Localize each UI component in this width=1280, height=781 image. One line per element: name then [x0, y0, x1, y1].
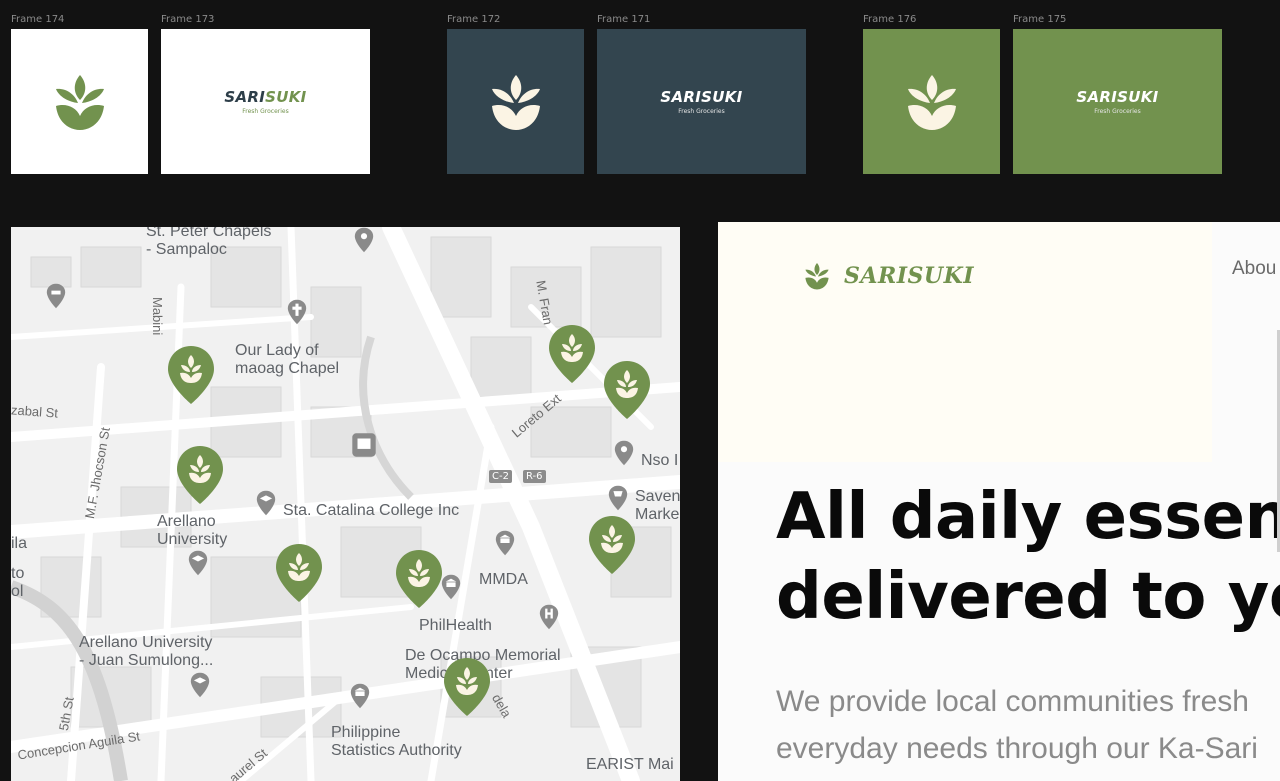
map-label: Nso I [641, 452, 679, 469]
frame-label: Frame 174 [11, 14, 65, 25]
hotel-poi-icon[interactable] [43, 283, 69, 309]
school-poi-icon[interactable] [185, 550, 211, 576]
sarisuki-leaf-pin-icon[interactable] [395, 549, 443, 609]
frame-label: Frame 176 [863, 14, 917, 25]
hero-paragraph: We provide local communities fresh every… [776, 685, 1258, 765]
leaf-logo-icon [55, 74, 104, 130]
frame-label: Frame 172 [447, 14, 501, 25]
wordmark: SARISUKI [1076, 88, 1159, 106]
hero-headline: All daily essen delivered to yo [776, 480, 1280, 634]
place-poi-icon[interactable] [351, 227, 377, 253]
tagline: Fresh Groceries [1094, 108, 1141, 115]
frame-label: Frame 175 [1013, 14, 1067, 25]
place-poi-icon[interactable] [611, 440, 637, 466]
frame-175[interactable]: SARISUKI Fresh Groceries [1013, 29, 1222, 174]
map-label: zabal St [11, 402, 59, 421]
school-poi-icon[interactable] [253, 490, 279, 516]
map-label: PhilHealth [419, 617, 492, 634]
sarisuki-leaf-pin-icon[interactable] [443, 657, 491, 717]
nav-about-link[interactable]: Abou [1232, 258, 1276, 280]
landing-page-preview[interactable]: SARISUKI Abou All daily essen delivered … [718, 222, 1280, 781]
tagline: Fresh Groceries [242, 108, 289, 115]
map-label: Saven Marke [635, 488, 680, 523]
map-label: Our Lady of maoag Chapel [235, 342, 340, 377]
map-label: Arellano University [157, 513, 228, 548]
frame-171[interactable]: SARISUKI Fresh Groceries [597, 29, 806, 174]
leaf-logo-icon [907, 74, 956, 130]
church-poi-icon[interactable] [284, 299, 310, 325]
school-poi-icon[interactable] [187, 672, 213, 698]
sarisuki-leaf-pin-icon[interactable] [167, 345, 215, 405]
hero-banner [718, 222, 1212, 462]
wordmark: SARISUKI [660, 88, 743, 106]
frame-176[interactable] [863, 29, 1000, 174]
map-label: Sta. Catalina College Inc [283, 502, 460, 519]
leaf-logo-icon [805, 262, 829, 290]
government-poi-icon[interactable] [492, 530, 518, 556]
tagline: Fresh Groceries [678, 108, 725, 115]
frame-173[interactable]: SARISUKI Fresh Groceries [161, 29, 370, 174]
sarisuki-leaf-pin-icon[interactable] [588, 515, 636, 575]
nav-brand: SARISUKI [844, 263, 975, 289]
map-label: Mabini [150, 297, 165, 336]
map-label: EARIST Mai [586, 756, 674, 773]
leaf-logo-icon [491, 74, 540, 130]
map-label: Philippine Statistics Authority [331, 724, 462, 759]
frame-label: Frame 171 [597, 14, 651, 25]
road-shield: R-6 [523, 470, 546, 483]
frame-label: Frame 173 [161, 14, 215, 25]
map-label: MMDA [479, 571, 528, 588]
map-label: St. Peter Chapels - Sampaloc [146, 227, 272, 258]
government-poi-icon[interactable] [347, 683, 373, 709]
sarisuki-leaf-pin-icon[interactable] [176, 445, 224, 505]
sarisuki-leaf-pin-icon[interactable] [275, 543, 323, 603]
shopping-poi-icon[interactable] [605, 485, 631, 511]
hospital-poi-icon[interactable] [536, 604, 562, 630]
wordmark: SARISUKI [224, 88, 307, 106]
map-label: to ol [11, 565, 25, 600]
nav-logo[interactable]: SARISUKI [804, 262, 974, 290]
road-shield: C-2 [489, 470, 512, 483]
map-label: ila [11, 535, 28, 552]
sarisuki-leaf-pin-icon[interactable] [548, 324, 596, 384]
store-locations-map[interactable]: St. Peter Chapels - Sampaloc Mabini Our L… [11, 227, 680, 781]
bus-stop-icon[interactable] [351, 432, 377, 458]
map-label: Arellano University - Juan Sumulong... [79, 634, 214, 669]
frame-174[interactable] [11, 29, 148, 174]
frame-172[interactable] [447, 29, 584, 174]
sarisuki-leaf-pin-icon[interactable] [603, 360, 651, 420]
